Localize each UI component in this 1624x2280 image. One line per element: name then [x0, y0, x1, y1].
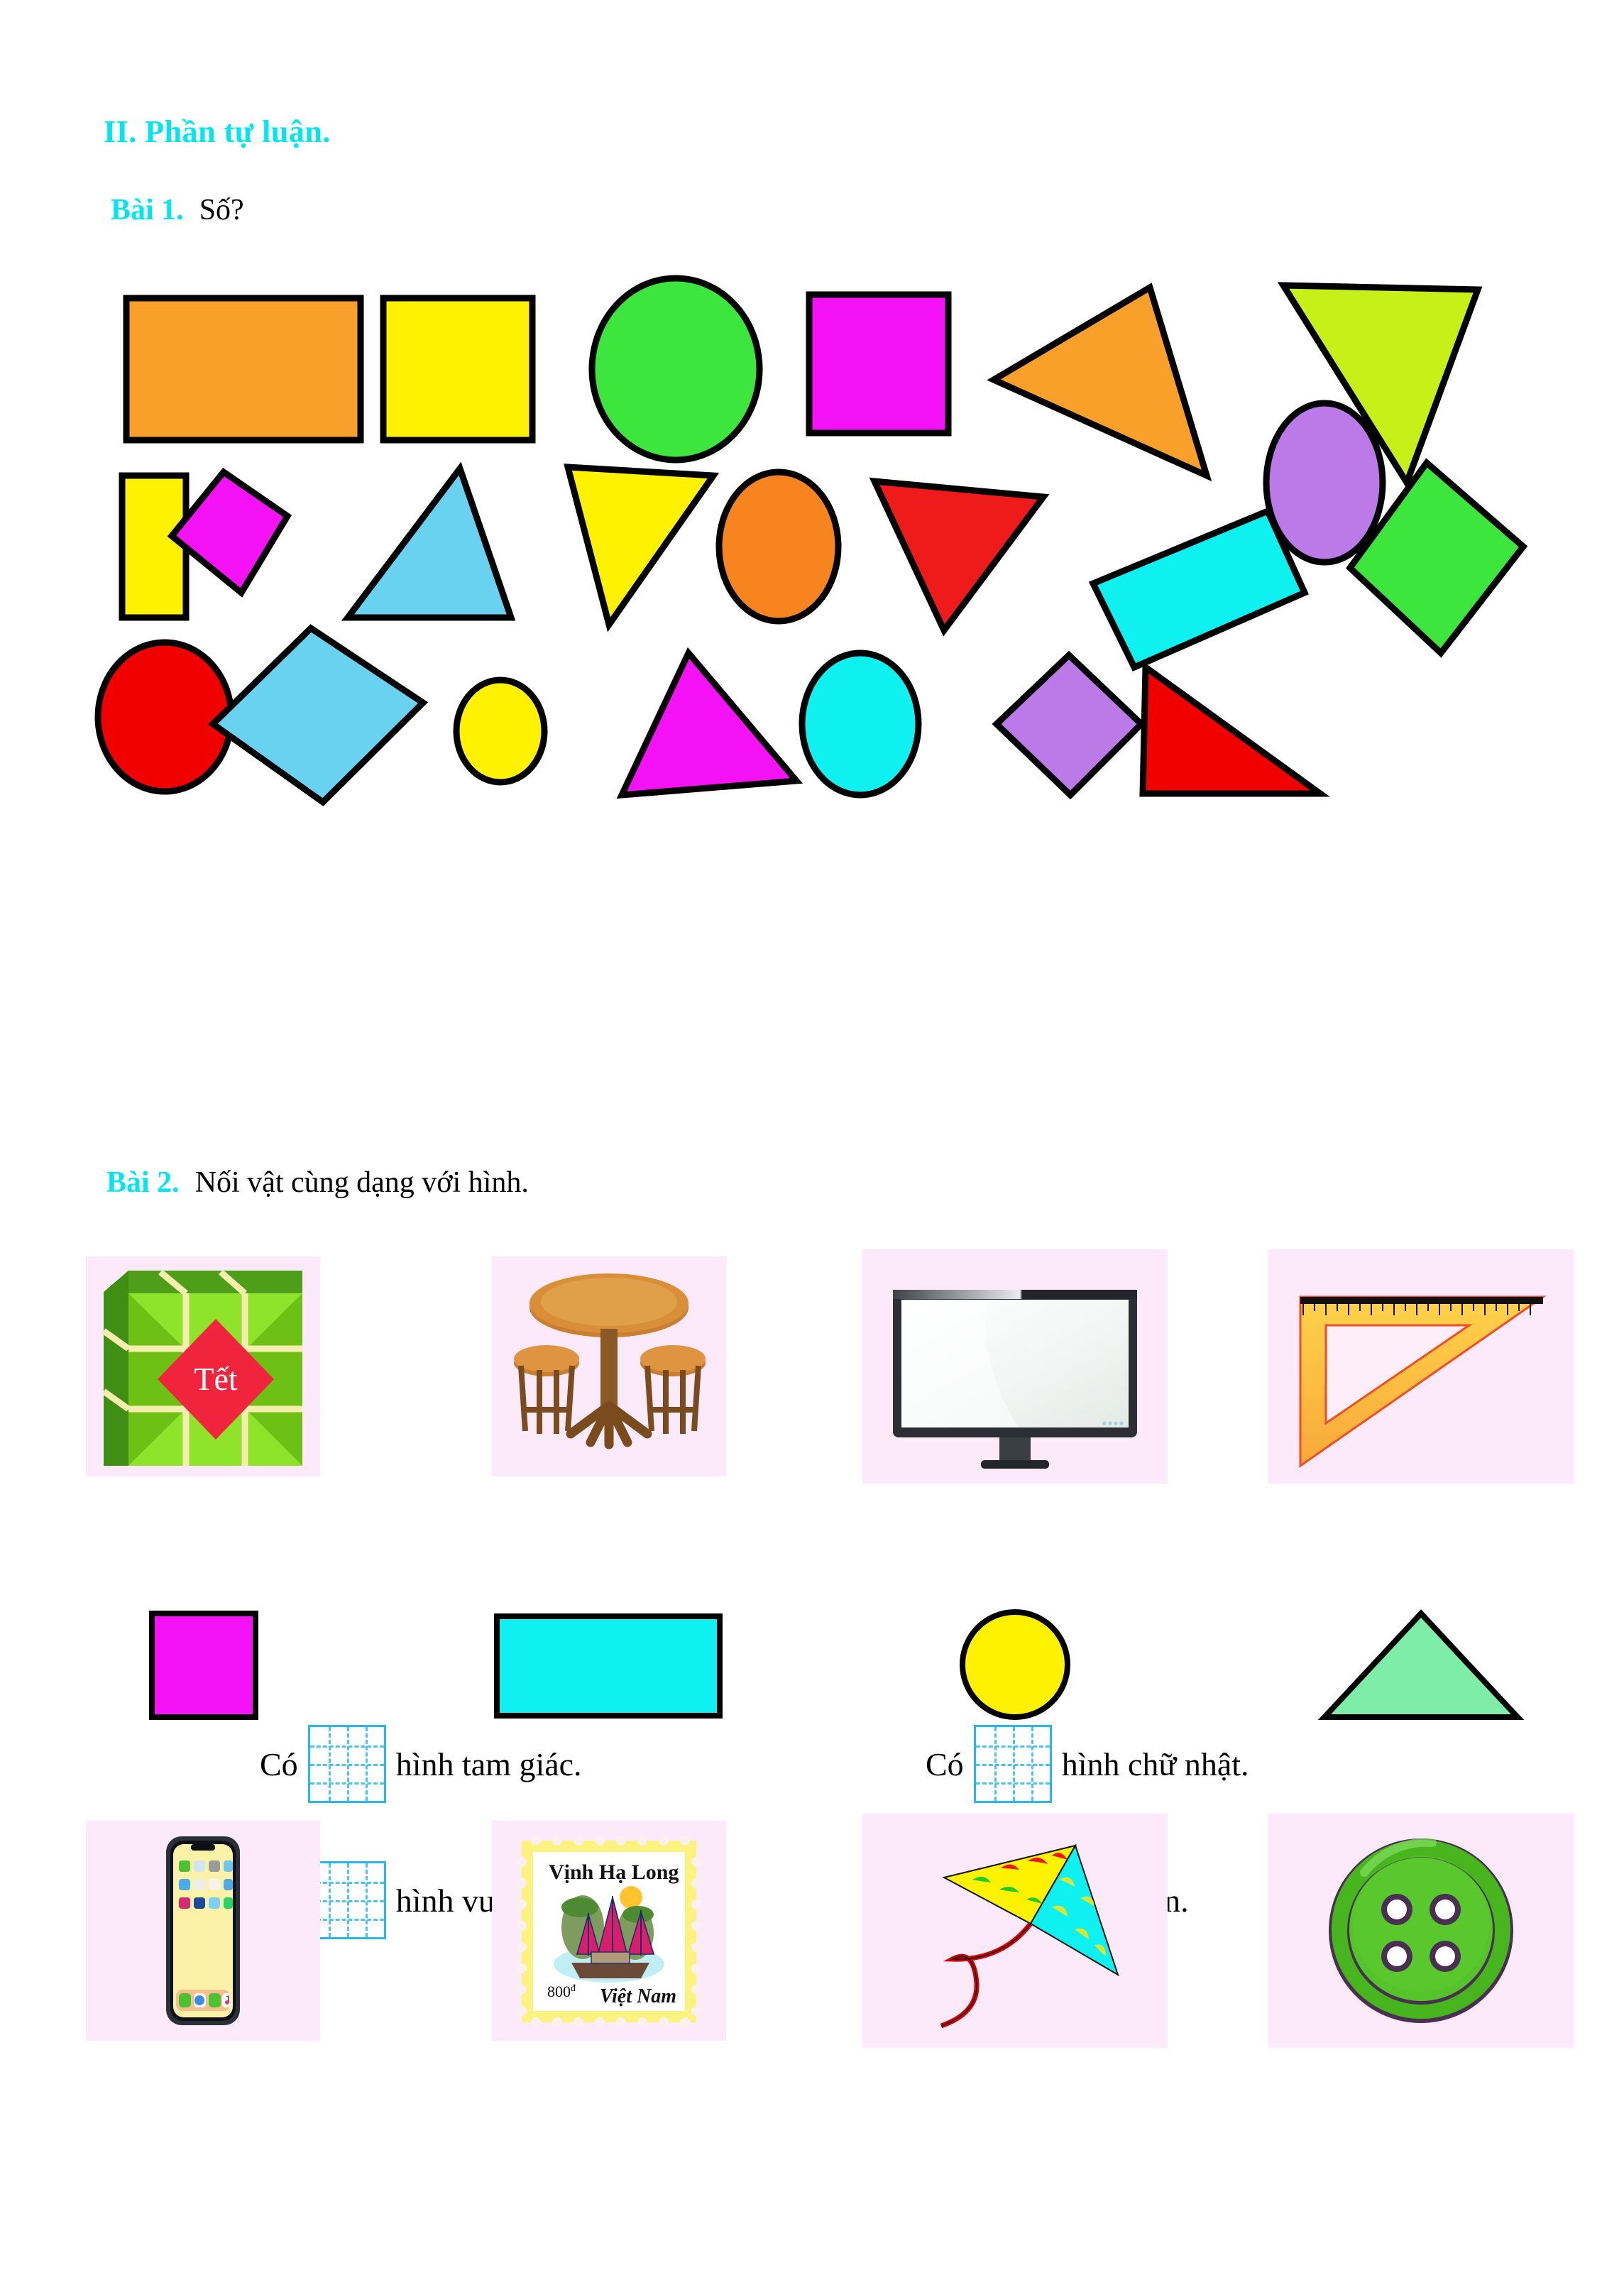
- answer-prefix: Có: [260, 1745, 298, 1782]
- section-title: II. Phần tự luận.: [104, 114, 331, 149]
- stamp-price: 800: [547, 1983, 571, 2000]
- round-table-icon: [514, 1273, 706, 1449]
- cell-banh-chung: Tết: [0, 1249, 406, 1484]
- ruler-tile[interactable]: [1268, 1249, 1574, 1484]
- postage-stamp-icon: Vịnh Hạ Long 800đ Việt Nam: [517, 1836, 701, 2027]
- match-shape-circle-yellow[interactable]: [960, 1609, 1070, 1720]
- cell-table: [406, 1249, 812, 1484]
- page-footer: Cùng học để phát triển năng lực Bài tập …: [0, 2151, 1624, 2229]
- cell-kite: [812, 1810, 1218, 2051]
- task-1-prompt: Số?: [199, 194, 244, 226]
- shape-circle-orange: [715, 468, 842, 625]
- banh-chung-cake-icon: Tết: [102, 1269, 302, 1466]
- cell-monitor: [812, 1249, 1218, 1484]
- cell-smartphone: [0, 1810, 406, 2051]
- object-row-bottom: Vịnh Hạ Long 800đ Việt Nam: [0, 1810, 1624, 2051]
- match-shape-triangle-green[interactable]: [1317, 1609, 1525, 1720]
- cell-shape-circle: [812, 1583, 1218, 1746]
- shape-circle-purple: [1263, 400, 1386, 566]
- shape-circle-yellow: [453, 676, 548, 786]
- cell-shape-square: [0, 1583, 406, 1746]
- shape-triangle-skyblue: [341, 461, 516, 621]
- cell-stamp: Vịnh Hạ Long 800đ Việt Nam: [406, 1810, 812, 2051]
- shape-rectangle-orange: [123, 295, 364, 444]
- triangle-ruler-icon: [1299, 1295, 1547, 1468]
- cell-button: [1218, 1810, 1624, 2051]
- task-1-heading: Bài 1. Số?: [111, 193, 244, 227]
- object-row-top: Tết: [0, 1249, 1624, 1484]
- cell-shape-rectangle: [406, 1583, 812, 1746]
- worksheet-page: II. Phần tự luận. Bài 1. Số? Có hình tam…: [0, 0, 1624, 2280]
- shape-rectangle-yellow-2: [119, 472, 190, 621]
- stamp-country: Việt Nam: [600, 1985, 676, 2007]
- kite-tile[interactable]: [862, 1814, 1168, 2048]
- computer-monitor-icon: [893, 1290, 1137, 1469]
- stamp-title: Vịnh Hạ Long: [549, 1860, 679, 1884]
- shape-triangle-red-1: [869, 477, 1050, 637]
- smartphone-tile[interactable]: [86, 1821, 320, 2041]
- shape-circle-cyan: [799, 650, 922, 799]
- smartphone-icon: [166, 1836, 240, 2025]
- shape-rectangle-cyan: [1088, 507, 1309, 672]
- table-tile[interactable]: [492, 1256, 726, 1476]
- kite-icon: [940, 1843, 1119, 2029]
- cell-ruler: [1218, 1249, 1624, 1484]
- answer-suffix: hình chữ nhật.: [1061, 1745, 1249, 1782]
- answer-rows: Có hình tam giác. Có hình chữ nhật. Có h…: [0, 838, 1624, 1939]
- shape-row-middle: [0, 1583, 1624, 1746]
- sewing-button-icon: [1329, 1838, 1513, 2023]
- shape-square-magenta-1: [806, 291, 952, 437]
- shape-triangle-red-2: [1139, 661, 1330, 797]
- cell-shape-triangle: [1218, 1583, 1624, 1746]
- task-1-number: Bài 1.: [111, 194, 184, 226]
- shape-collection: [0, 270, 1624, 831]
- stamp-currency: đ: [571, 1983, 576, 1994]
- shape-square-skyblue: [208, 624, 429, 806]
- shape-rectangle-yellow-1: [380, 295, 536, 444]
- match-shape-square-magenta[interactable]: [149, 1611, 258, 1720]
- button-tile[interactable]: [1268, 1814, 1574, 2048]
- answer-suffix: hình tam giác.: [395, 1745, 582, 1782]
- task-2-heading: Bài 2. Nối vật cùng dạng với hình.: [106, 1166, 529, 1200]
- task-2-prompt: Nối vật cùng dạng với hình.: [194, 1166, 529, 1199]
- task-2-number: Bài 2.: [106, 1166, 180, 1199]
- stamp-tile[interactable]: Vịnh Hạ Long 800đ Việt Nam: [492, 1821, 726, 2041]
- shape-square-violet: [992, 650, 1146, 800]
- shape-circle-green: [588, 275, 763, 464]
- answer-prefix: Có: [926, 1745, 964, 1782]
- shape-triangle-magenta: [616, 647, 803, 799]
- shape-circle-red: [94, 639, 235, 795]
- shape-triangle-orange: [987, 283, 1212, 482]
- banh-chung-label: Tết: [194, 1361, 238, 1397]
- monitor-tile[interactable]: [862, 1249, 1168, 1484]
- shape-triangle-yellow: [564, 464, 720, 632]
- match-shape-rectangle-cyan[interactable]: [494, 1613, 723, 1719]
- banh-chung-tile[interactable]: Tết: [86, 1256, 320, 1476]
